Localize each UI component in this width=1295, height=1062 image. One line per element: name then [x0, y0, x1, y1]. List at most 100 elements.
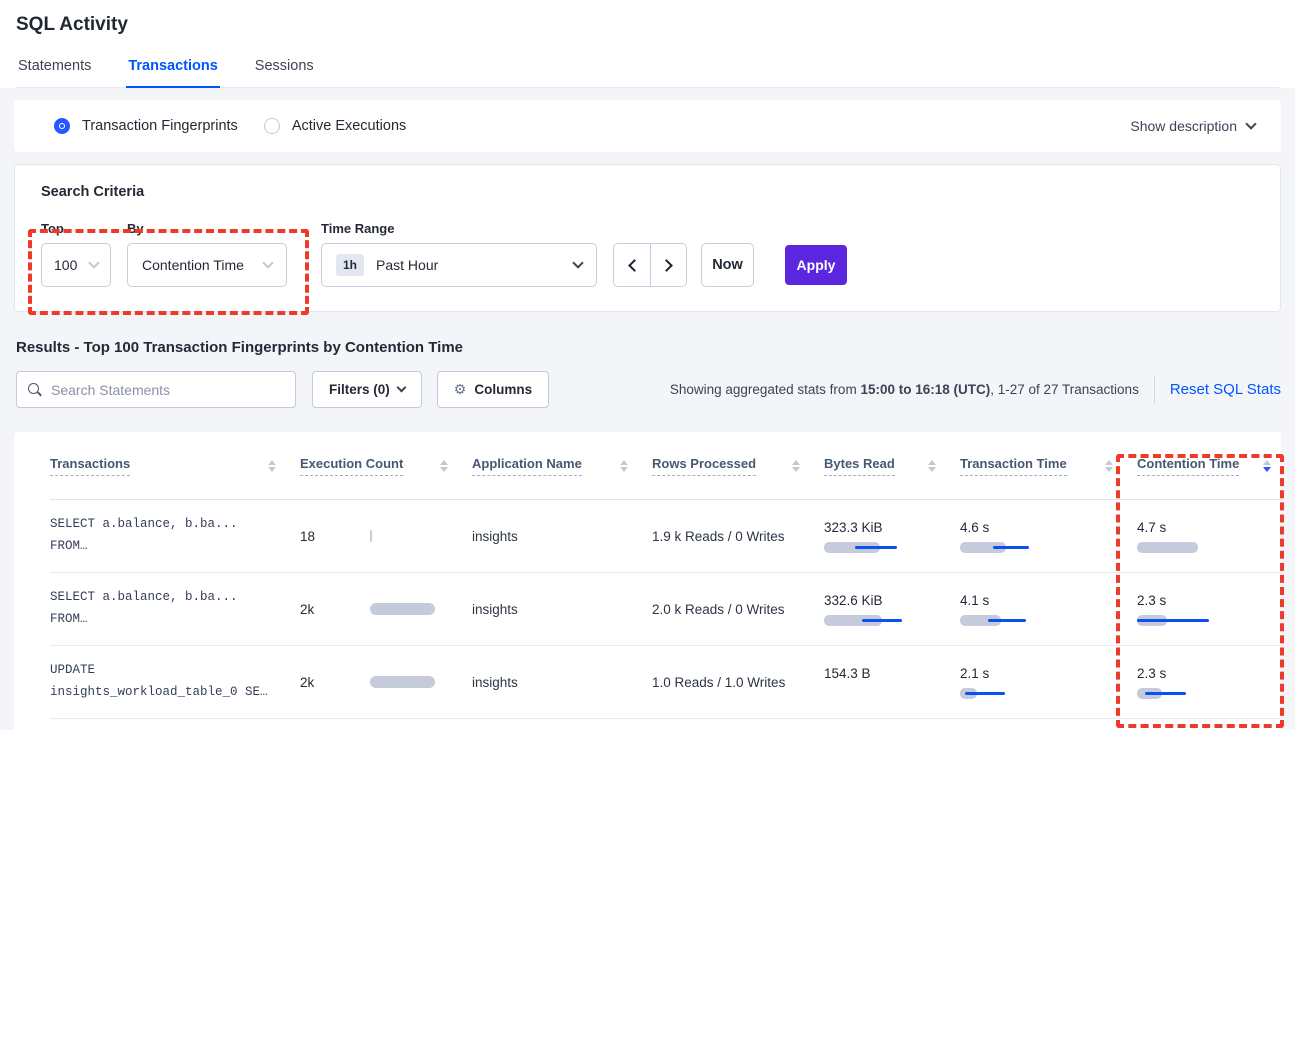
- now-button[interactable]: Now: [701, 243, 754, 287]
- execution-count-cell: 18: [300, 529, 472, 544]
- criteria-fields: Top 100 By Contention Time Time Range: [41, 221, 1254, 287]
- stddev-line: [1137, 619, 1209, 622]
- time-prev-button[interactable]: [614, 244, 650, 286]
- top-value: 100: [54, 257, 77, 273]
- contention-time-cell: 4.7 s: [1137, 520, 1281, 553]
- bytes-read-cell: 154.3 B: [824, 666, 960, 699]
- time-range-select[interactable]: 1h Past Hour: [321, 243, 597, 287]
- radio-label: Transaction Fingerprints: [82, 118, 238, 134]
- stddev-line: [855, 546, 897, 549]
- transaction-time-cell: 4.6 s: [960, 520, 1137, 553]
- tab-sessions[interactable]: Sessions: [253, 58, 316, 87]
- top-field: Top 100: [41, 221, 111, 287]
- sort-icon[interactable]: [620, 460, 628, 472]
- application-name-cell: insights: [472, 602, 652, 617]
- transaction-time-cell: 2.1 s: [960, 666, 1137, 699]
- col-bytes-read: Bytes Read: [824, 456, 960, 476]
- contention-time-cell: 2.3 s: [1137, 666, 1281, 699]
- sql-activity-page: SQL Activity Statements Transactions Ses…: [0, 0, 1295, 740]
- rows-processed-cell: 1.0 Reads / 1.0 Writes: [652, 675, 824, 690]
- time-nav-group: [613, 243, 687, 287]
- table-row[interactable]: SELECT a.balance, b.ba... FROM… 18 insig…: [50, 500, 1281, 573]
- bytes-read-cell: 332.6 KiB: [824, 593, 960, 626]
- bytes-read-cell: 323.3 KiB: [824, 520, 960, 553]
- exec-count-bar: [370, 676, 435, 688]
- rows-processed-cell: 2.0 k Reads / 0 Writes: [652, 602, 824, 617]
- application-name-cell: insights: [472, 675, 652, 690]
- tab-transactions[interactable]: Transactions: [126, 58, 219, 88]
- chevron-down-icon: [262, 257, 273, 268]
- transactions-table: Transactions Execution Count Application…: [14, 432, 1281, 1062]
- time-range-badge: 1h: [336, 254, 364, 276]
- radio-selected-icon: [54, 118, 70, 134]
- time-range-value: Past Hour: [376, 257, 438, 273]
- sort-icon[interactable]: [928, 460, 936, 472]
- radio-transaction-fingerprints[interactable]: Transaction Fingerprints: [54, 118, 238, 134]
- sql-statement-cell[interactable]: SELECT a.balance, b.ba... FROM…: [50, 587, 300, 631]
- sort-icon[interactable]: [268, 460, 276, 472]
- mean-bar: [1137, 542, 1198, 553]
- show-description-toggle[interactable]: Show description: [1130, 118, 1255, 134]
- page-title: SQL Activity: [16, 14, 1279, 36]
- transaction-time-cell: 4.1 s: [960, 593, 1137, 626]
- by-label: By: [127, 221, 305, 236]
- sort-icon[interactable]: [1105, 460, 1113, 472]
- time-range-field: Time Range 1h Past Hour: [321, 221, 597, 287]
- execution-count-cell: 2k: [300, 675, 472, 690]
- filters-button[interactable]: Filters (0): [312, 371, 422, 408]
- application-name-cell: insights: [472, 529, 652, 544]
- chevron-left-icon: [628, 259, 641, 272]
- time-next-button[interactable]: [650, 244, 686, 286]
- tab-statements[interactable]: Statements: [16, 58, 93, 87]
- columns-button[interactable]: ⚙ Columns: [437, 371, 549, 408]
- stddev-line: [1145, 692, 1187, 695]
- page-body: Transaction Fingerprints Active Executio…: [0, 88, 1295, 730]
- table-row[interactable]: UPDATE insights_workload_table_0 SE… 2k …: [50, 646, 1281, 719]
- results-toolbar: Filters (0) ⚙ Columns Showing aggregated…: [14, 371, 1281, 408]
- divider: [1154, 376, 1155, 404]
- stddev-line: [993, 546, 1029, 549]
- page-header: SQL Activity Statements Transactions Ses…: [0, 0, 1295, 88]
- by-field: By Contention Time: [127, 221, 305, 287]
- stddev-line: [965, 692, 1005, 695]
- gear-icon: ⚙: [454, 381, 467, 398]
- sort-icon-desc-active[interactable]: [1263, 460, 1271, 472]
- tab-bar: Statements Transactions Sessions: [16, 58, 1279, 88]
- radio-unselected-icon: [264, 118, 280, 134]
- table-row[interactable]: SELECT a.balance, b.ba... FROM… 2k insig…: [50, 573, 1281, 646]
- by-select[interactable]: Contention Time: [127, 243, 287, 287]
- execution-count-cell: 2k: [300, 602, 472, 617]
- exec-count-bar: [370, 603, 435, 615]
- columns-label: Columns: [474, 382, 532, 397]
- top-select[interactable]: 100: [41, 243, 111, 287]
- chevron-down-icon: [396, 383, 406, 393]
- chevron-down-icon: [1245, 118, 1256, 129]
- col-rows-processed: Rows Processed: [652, 456, 824, 476]
- sort-icon[interactable]: [440, 460, 448, 472]
- sql-statement-cell[interactable]: SELECT a.balance, b.ba... FROM…: [50, 514, 300, 558]
- col-transactions: Transactions: [50, 456, 300, 476]
- search-input[interactable]: [51, 382, 284, 398]
- rows-processed-cell: 1.9 k Reads / 0 Writes: [652, 529, 824, 544]
- reset-sql-stats-link[interactable]: Reset SQL Stats: [1170, 381, 1281, 398]
- contention-time-cell: 2.3 s: [1137, 593, 1281, 626]
- aggregated-stats-text: Showing aggregated stats from 15:00 to 1…: [670, 382, 1139, 397]
- stddev-line: [988, 619, 1027, 622]
- sql-statement-cell[interactable]: UPDATE insights_workload_table_0 SE…: [50, 660, 300, 704]
- radio-active-executions[interactable]: Active Executions: [264, 118, 406, 134]
- sort-icon[interactable]: [792, 460, 800, 472]
- col-contention-time: Contention Time: [1137, 456, 1281, 476]
- table-header-row: Transactions Execution Count Application…: [50, 432, 1281, 500]
- show-description-label: Show description: [1130, 118, 1237, 134]
- view-toggle-bar: Transaction Fingerprints Active Executio…: [14, 100, 1281, 152]
- search-statements-box: [16, 371, 296, 408]
- radio-group: Transaction Fingerprints Active Executio…: [54, 118, 406, 134]
- results-heading: Results - Top 100 Transaction Fingerprin…: [16, 339, 1279, 356]
- exec-count-bar: [370, 530, 372, 542]
- chevron-right-icon: [660, 259, 673, 272]
- apply-button[interactable]: Apply: [785, 245, 847, 285]
- search-icon: [28, 383, 42, 397]
- search-criteria-heading: Search Criteria: [41, 184, 1254, 200]
- col-application-name: Application Name: [472, 456, 652, 476]
- filters-label: Filters (0): [329, 382, 390, 397]
